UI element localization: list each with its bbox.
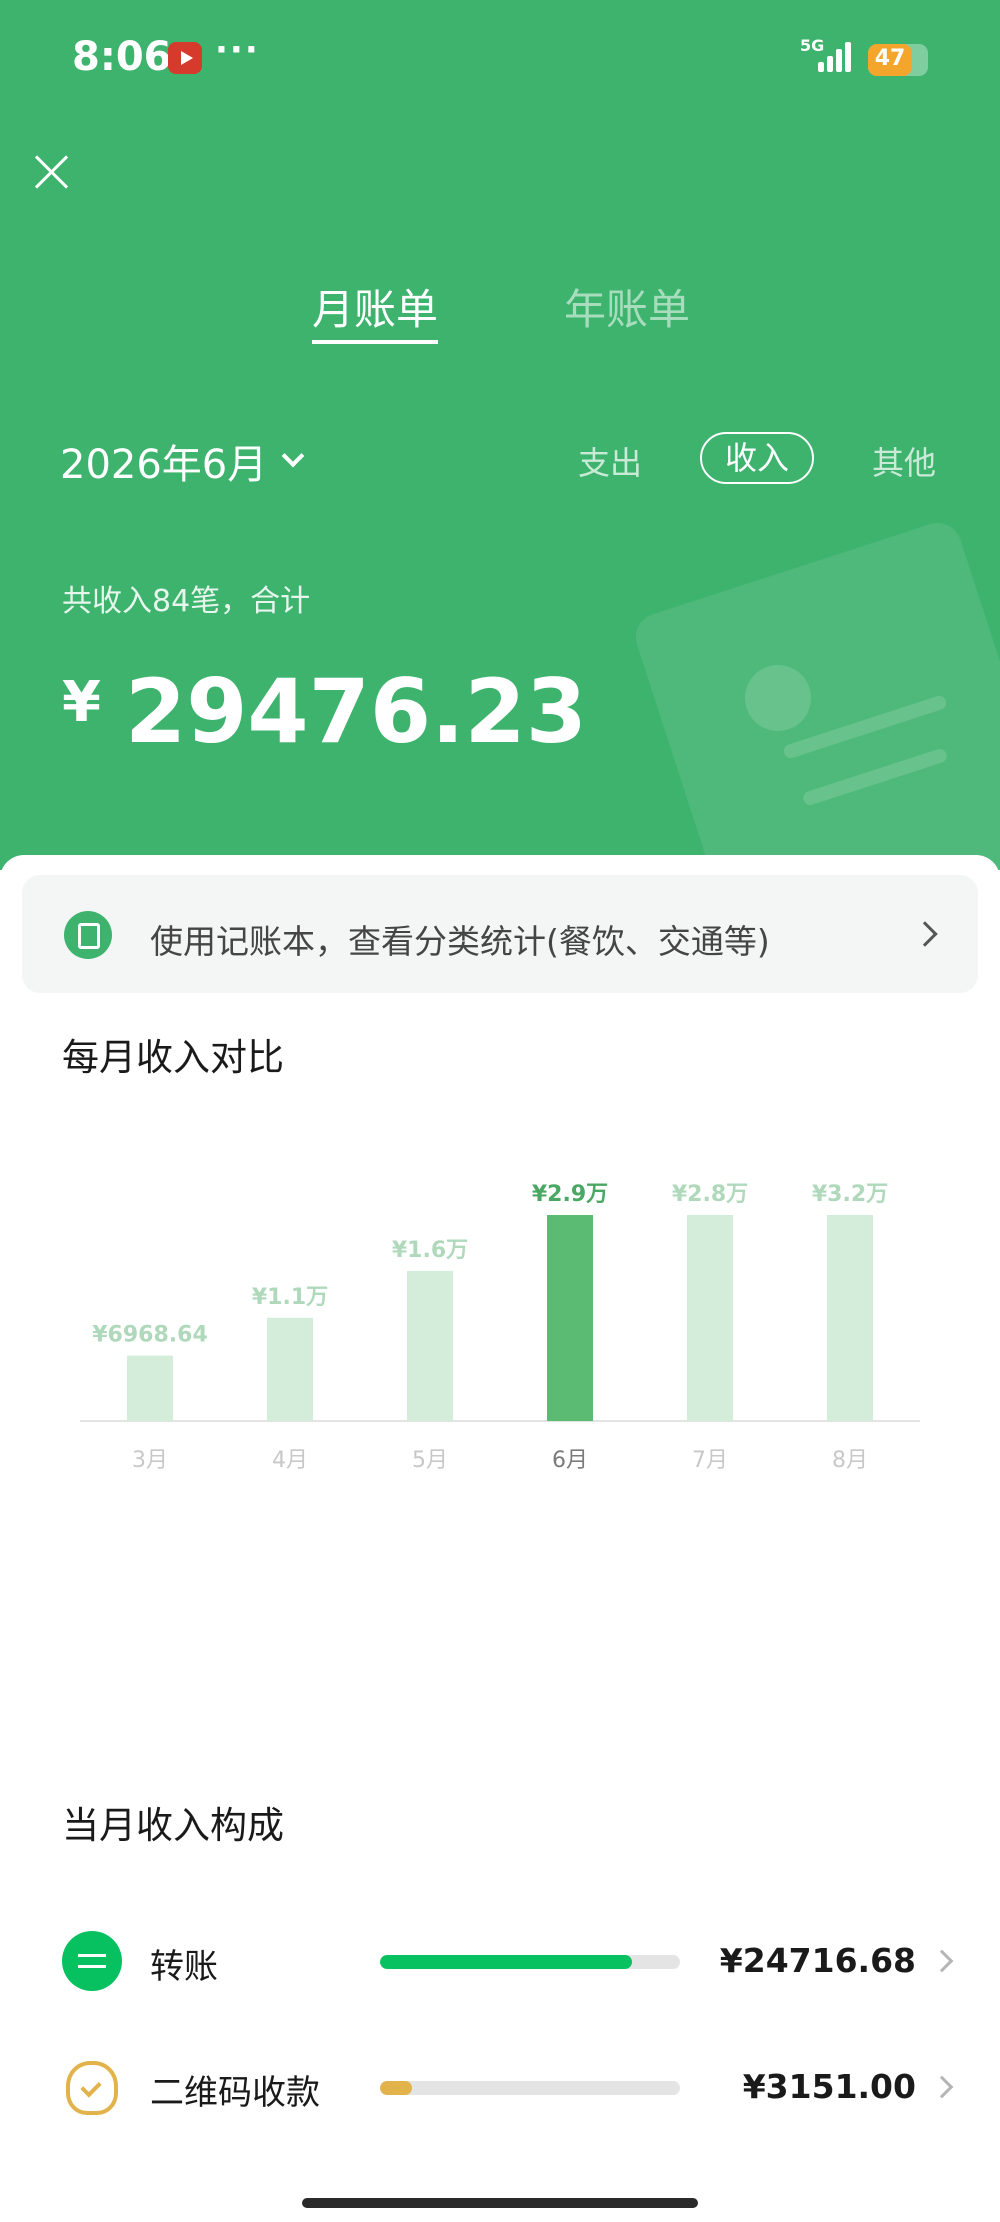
more-notifications-icon: ··· [215,30,260,70]
chart-bar[interactable] [407,1270,453,1421]
chart-value-label: ¥2.8万 [672,1182,748,1207]
composition-row-transfer[interactable]: 转账 ¥24716.68 [0,1921,1000,2001]
currency-symbol: ¥ [62,670,101,735]
chart-bar[interactable] [127,1355,173,1421]
composition-amount: ¥24716.68 [719,1941,916,1980]
chart-x-tick: 8月 [832,1448,868,1473]
composition-label: 二维码收款 [150,2073,320,2113]
composition-row-qrcode[interactable]: 二维码收款 ¥3151.00 [0,2047,1000,2127]
status-bar: 8:06 ··· 5G 47 [0,0,1000,110]
home-indicator[interactable] [302,2198,698,2208]
chart-x-tick: 6月 [552,1448,588,1473]
money-bag-icon [66,2061,118,2115]
close-button[interactable] [30,150,74,194]
chart-value-label: ¥1.6万 [392,1238,468,1263]
monthly-income-comparison-title: 每月收入对比 [62,1036,284,1079]
tab-monthly-bill[interactable]: 月账单 [312,276,438,337]
composition-amount: ¥3151.00 [742,2067,916,2106]
chart-value-label: ¥1.1万 [252,1285,328,1310]
signal-icon [818,38,858,72]
composition-progress-bar [380,2081,680,2095]
content-card: 使用记账本，查看分类统计(餐饮、交通等) 每月收入对比 ¥6968.64 3月 ¥1… [0,855,1000,2222]
chevron-down-icon [281,444,305,468]
banner-text: 使用记账本，查看分类统计(餐饮、交通等) [150,922,770,961]
income-composition-title: 当月收入构成 [62,1804,284,1847]
chevron-right-icon [930,2075,954,2099]
header: 8:06 ··· 5G 47 月账单 年账单 2026年6月 支出 收入 其他 … [0,0,1000,870]
selected-month: 2026年6月 [60,442,268,488]
chart-x-tick: 5月 [412,1448,448,1473]
filter-other[interactable]: 其他 [872,438,936,484]
ledger-icon [64,911,112,959]
month-selector[interactable]: 2026年6月 [60,432,305,490]
income-total: ¥ 29476.23 [62,660,587,763]
chart-bar[interactable] [827,1215,873,1421]
battery-icon: 47 [868,44,928,76]
chart-bar[interactable] [267,1317,313,1421]
total-amount: 29476.23 [124,660,588,763]
composition-label: 转账 [150,1947,218,1987]
video-app-icon [168,42,202,74]
filter-income[interactable]: 收入 [700,432,814,484]
chevron-right-icon [930,1949,954,1973]
chart-value-label: ¥6968.64 [92,1323,208,1348]
ledger-banner[interactable]: 使用记账本，查看分类统计(餐饮、交通等) [22,875,978,993]
active-tab-indicator [312,340,438,344]
chart-x-tick: 4月 [272,1448,308,1473]
composition-progress-bar [380,1955,680,1969]
transfer-icon [62,1931,122,1991]
chart-bar[interactable] [547,1215,593,1421]
chart-bar[interactable] [687,1215,733,1421]
chart-x-tick: 3月 [132,1448,168,1473]
chart-x-tick: 7月 [692,1448,728,1473]
battery-level: 47 [874,46,906,71]
chart-value-label: ¥3.2万 [812,1182,888,1207]
decorative-circle [745,665,811,731]
income-summary-text: 共收入84笔，合计 [62,584,311,619]
income-bar-chart: ¥6968.64 3月 ¥1.1万 4月 ¥1.6万 5月 ¥2.9万 6月 ¥2.8万 7月 ¥3… [80,1182,920,1473]
chart-value-label: ¥2.9万 [532,1182,608,1207]
decorative-bill-graphic [629,516,1000,870]
chevron-right-icon [912,921,938,947]
status-time: 8:06 [72,34,172,80]
tab-yearly-bill[interactable]: 年账单 [564,276,690,337]
filter-expense[interactable]: 支出 [578,438,642,484]
